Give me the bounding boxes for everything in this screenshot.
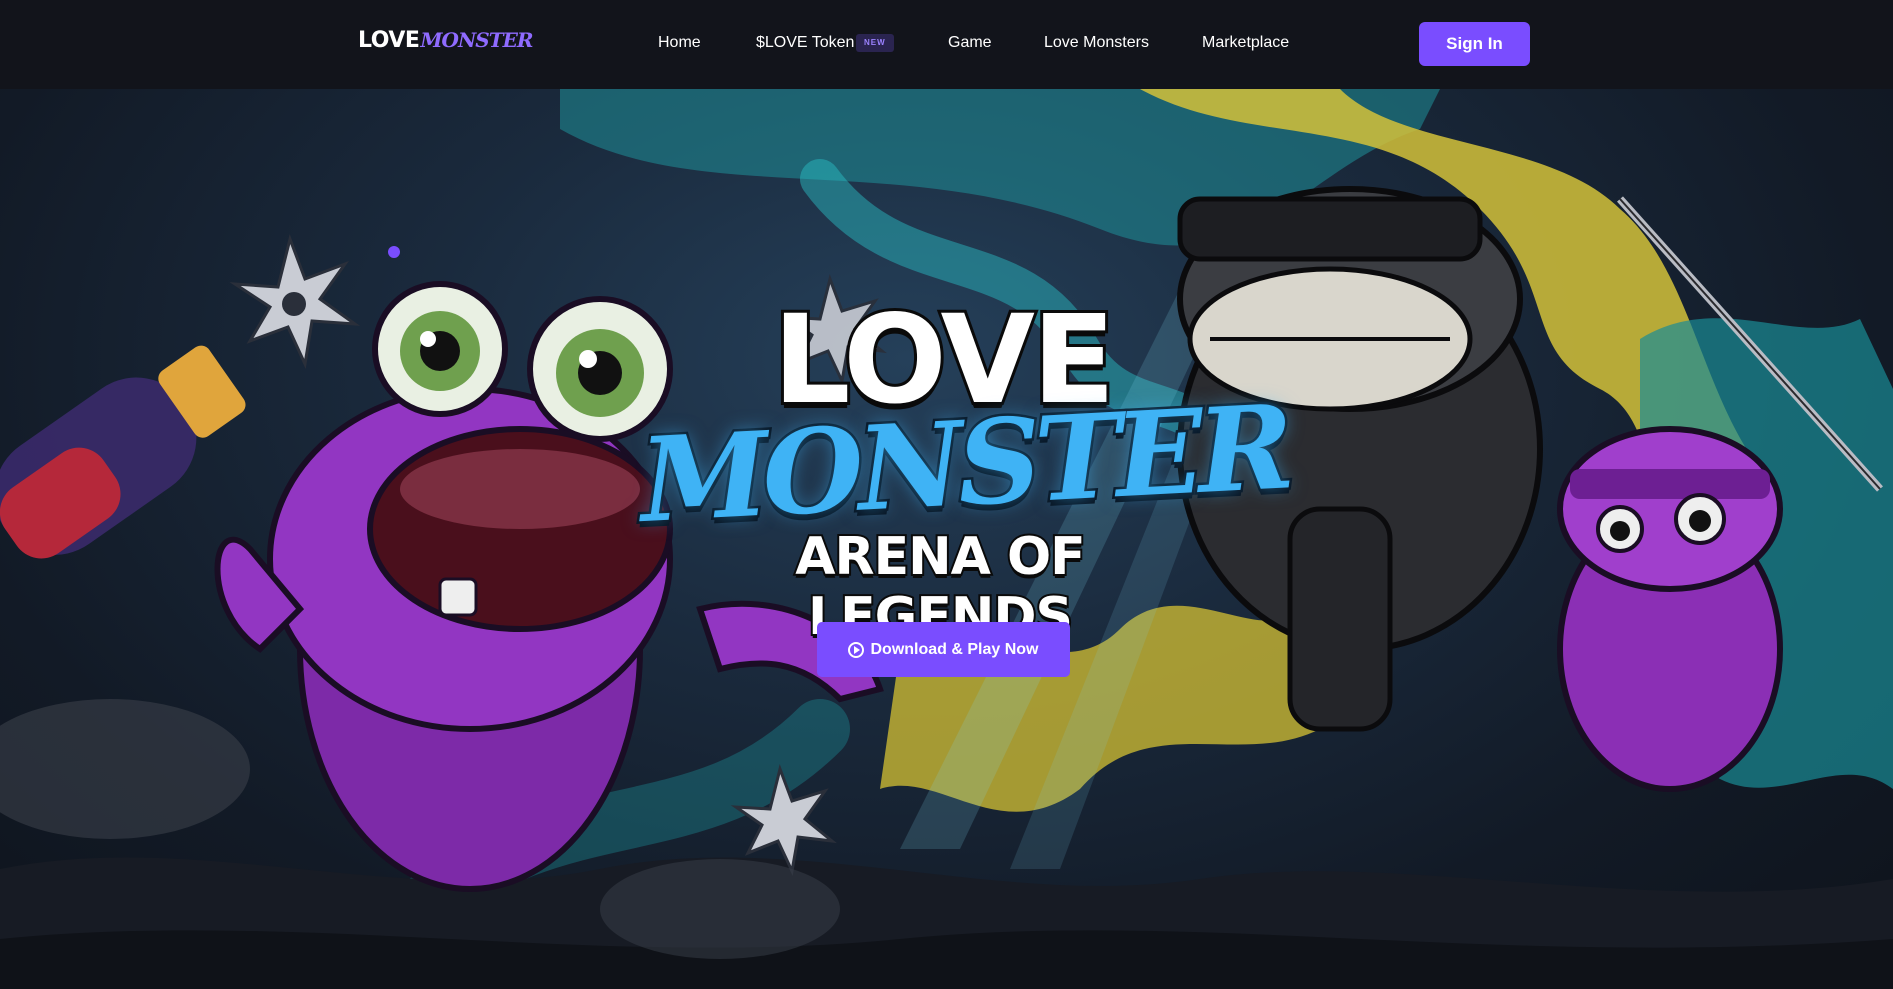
sign-in-button[interactable]: Sign In <box>1419 22 1530 66</box>
download-play-button[interactable]: Download & Play Now <box>817 622 1070 677</box>
hero-banner: LOVE MONSTER ARENA OF LEGENDS Download &… <box>0 89 1893 989</box>
nav-item-marketplace[interactable]: Marketplace <box>1202 34 1289 52</box>
nav-item-home[interactable]: Home <box>658 34 701 52</box>
nav-item-game[interactable]: Game <box>948 34 992 52</box>
new-badge: NEW <box>856 34 894 52</box>
top-navbar: LOVE MONSTER Home $LOVE Token NEW Game L… <box>0 0 1893 89</box>
play-circle-icon <box>848 641 865 658</box>
main-nav: Home $LOVE Token NEW Game Love Monsters … <box>0 0 1893 89</box>
nav-item-love-monsters[interactable]: Love Monsters <box>1044 34 1149 52</box>
hero-title-monster: MONSTER <box>634 377 1294 552</box>
download-play-label: Download & Play Now <box>870 640 1039 658</box>
nav-item-love-token[interactable]: $LOVE Token <box>756 34 854 52</box>
